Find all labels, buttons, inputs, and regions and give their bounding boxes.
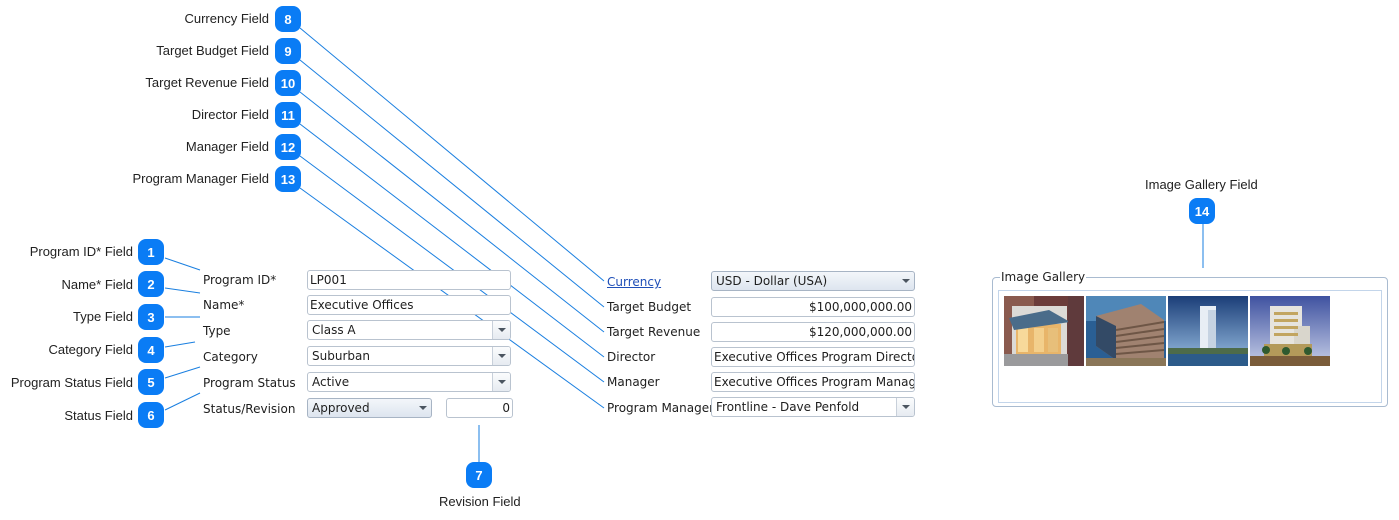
program-id-input[interactable]: LP001: [307, 270, 511, 290]
chevron-down-icon[interactable]: [414, 399, 431, 417]
callout-label-revision: Revision Field: [439, 494, 521, 509]
callout-badge-1: 1: [138, 239, 164, 265]
program-status-label: Program Status: [203, 376, 296, 390]
callout-badge-11: 11: [275, 102, 301, 128]
type-label: Type: [203, 324, 231, 338]
callout-line-4: [164, 341, 196, 348]
category-value: Suburban: [312, 349, 370, 363]
callout-label-manager: Manager Field: [185, 139, 269, 154]
director-input[interactable]: Executive Offices Program Director: [711, 347, 915, 367]
callout-label-status: Status Field: [64, 408, 133, 423]
chevron-down-icon[interactable]: [492, 347, 510, 365]
currency-value: USD - Dollar (USA): [716, 274, 828, 288]
callout-label-target-revenue: Target Revenue Field: [145, 75, 269, 90]
chevron-down-icon[interactable]: [896, 398, 914, 416]
program-status-value: Active: [312, 375, 350, 389]
type-value: Class A: [312, 323, 356, 337]
target-budget-label: Target Budget: [607, 300, 692, 314]
callout-label-currency: Currency Field: [184, 11, 269, 26]
callout-line-5: [164, 366, 201, 379]
callout-line-1: [164, 257, 201, 271]
callout-badge-7: 7: [466, 462, 492, 488]
callout-label-program-manager: Program Manager Field: [132, 171, 269, 186]
callout-label-program-id: Program ID* Field: [29, 244, 133, 259]
callout-label-category: Category Field: [48, 342, 133, 357]
callout-label-target-budget: Target Budget Field: [156, 43, 269, 58]
name-input[interactable]: Executive Offices: [307, 295, 511, 315]
callout-line-8: [299, 27, 605, 282]
target-revenue-label: Target Revenue: [607, 325, 701, 339]
callout-badge-6: 6: [138, 402, 164, 428]
name-label: Name*: [203, 298, 245, 312]
status-revision-label: Status/Revision: [203, 402, 296, 416]
callout-label-name: Name* Field: [61, 277, 133, 292]
gallery-image-4[interactable]: [1250, 296, 1330, 366]
target-budget-input[interactable]: $100,000,000.00: [711, 297, 915, 317]
callout-badge-3: 3: [138, 304, 164, 330]
status-dropdown[interactable]: Approved: [307, 398, 432, 418]
director-label: Director: [607, 350, 656, 364]
chevron-down-icon[interactable]: [897, 272, 914, 290]
callout-badge-13: 13: [275, 166, 301, 192]
callout-label-type: Type Field: [73, 309, 133, 324]
callout-label-director: Director Field: [191, 107, 269, 122]
callout-badge-10: 10: [275, 70, 301, 96]
chevron-down-icon[interactable]: [492, 373, 510, 391]
image-gallery-title: Image Gallery: [1000, 270, 1087, 284]
chevron-down-icon[interactable]: [492, 321, 510, 339]
callout-label-image-gallery: Image Gallery Field: [1145, 177, 1258, 192]
program-manager-value: Frontline - Dave Penfold: [716, 400, 860, 414]
gallery-image-2[interactable]: [1086, 296, 1166, 366]
callout-badge-12: 12: [275, 134, 301, 160]
program-status-dropdown[interactable]: Active: [307, 372, 511, 392]
program-id-label: Program ID*: [203, 273, 277, 287]
type-dropdown[interactable]: Class A: [307, 320, 511, 340]
target-revenue-input[interactable]: $120,000,000.00: [711, 322, 915, 342]
gallery-image-3[interactable]: [1168, 296, 1248, 366]
program-manager-label: Program Manager: [607, 401, 715, 415]
callout-badge-4: 4: [138, 337, 164, 363]
currency-link[interactable]: Currency: [607, 275, 661, 289]
revision-input[interactable]: 0: [446, 398, 513, 418]
category-dropdown[interactable]: Suburban: [307, 346, 511, 366]
status-value: Approved: [312, 401, 370, 415]
callout-label-program-status: Program Status Field: [10, 375, 133, 390]
manager-label: Manager: [607, 375, 660, 389]
gallery-image-1[interactable]: [1004, 296, 1084, 366]
program-manager-dropdown[interactable]: Frontline - Dave Penfold: [711, 397, 915, 417]
callout-badge-5: 5: [138, 369, 164, 395]
callout-badge-8: 8: [275, 6, 301, 32]
callout-badge-2: 2: [138, 271, 164, 297]
callout-line-6: [164, 392, 201, 411]
callout-badge-9: 9: [275, 38, 301, 64]
category-label: Category: [203, 350, 258, 364]
callout-line-2: [164, 287, 201, 294]
manager-input[interactable]: Executive Offices Program Manager: [711, 372, 915, 392]
callout-badge-14: 14: [1189, 198, 1215, 224]
currency-dropdown[interactable]: USD - Dollar (USA): [711, 271, 915, 291]
